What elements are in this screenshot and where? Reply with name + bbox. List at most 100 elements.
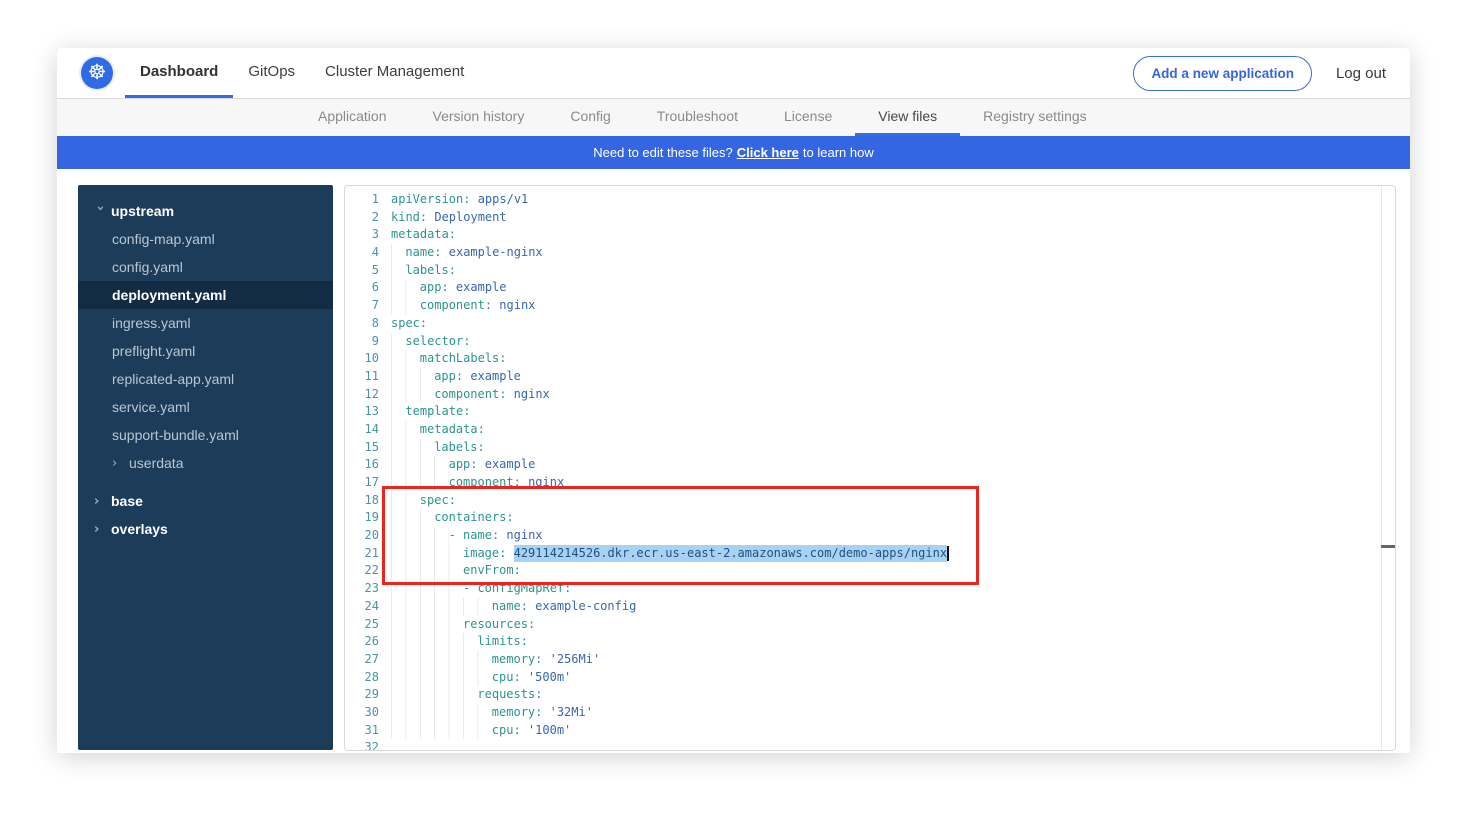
app-logo[interactable]: ☸	[57, 48, 125, 98]
code-line-6[interactable]: 6app: example	[345, 279, 1395, 297]
code-line-11[interactable]: 11app: example	[345, 368, 1395, 386]
sub-tab-registry-settings[interactable]: Registry settings	[960, 99, 1109, 136]
yaml-token: memory:	[492, 651, 543, 669]
line-number: 24	[345, 598, 379, 616]
yaml-token: resources:	[463, 616, 535, 634]
line-content: limits:	[379, 633, 528, 651]
yaml-token: name:	[492, 598, 528, 616]
logout-link[interactable]: Log out	[1336, 65, 1386, 82]
file-editor[interactable]: 1apiVersion: apps/v12kind: Deployment3me…	[344, 185, 1396, 751]
code-line-20[interactable]: 20- name: nginx	[345, 527, 1395, 545]
indent-guides	[391, 704, 492, 722]
code-line-32[interactable]: 32	[345, 739, 1395, 751]
code-line-22[interactable]: 22envFrom:	[345, 562, 1395, 580]
tree-item-config-map-yaml[interactable]: config-map.yaml	[78, 225, 333, 253]
line-number: 5	[345, 262, 379, 280]
chevron-right-icon: ›	[112, 456, 124, 471]
sub-tab-version-history[interactable]: Version history	[410, 99, 548, 136]
line-number: 1	[345, 191, 379, 209]
yaml-token: '100m'	[521, 722, 572, 740]
indent-guides	[391, 262, 405, 280]
code-line-15[interactable]: 15labels:	[345, 439, 1395, 457]
line-content: app: example	[379, 279, 507, 297]
selected-text: 429114214526.dkr.ecr.us-east-2.amazonaws…	[514, 545, 947, 563]
line-content: memory: '256Mi'	[379, 651, 600, 669]
banner-click-here-link[interactable]: Click here	[737, 145, 799, 160]
code-line-14[interactable]: 14metadata:	[345, 421, 1395, 439]
admin-console-card: ☸ DashboardGitOpsCluster Management Add …	[57, 48, 1410, 753]
sub-tab-view-files[interactable]: View files	[855, 99, 960, 136]
code-line-9[interactable]: 9selector:	[345, 333, 1395, 351]
yaml-token: component:	[449, 474, 521, 492]
code-line-4[interactable]: 4name: example-nginx	[345, 244, 1395, 262]
code-line-5[interactable]: 5labels:	[345, 262, 1395, 280]
yaml-token: component:	[420, 297, 492, 315]
text-cursor	[947, 546, 949, 562]
yaml-token: nginx	[521, 474, 564, 492]
yaml-token: app:	[434, 368, 463, 386]
yaml-token: containers:	[434, 509, 513, 527]
code-line-10[interactable]: 10matchLabels:	[345, 350, 1395, 368]
code-line-1[interactable]: 1apiVersion: apps/v1	[345, 191, 1395, 209]
code-line-21[interactable]: 21image: 429114214526.dkr.ecr.us-east-2.…	[345, 545, 1395, 563]
line-content	[379, 739, 391, 751]
indent-guides	[391, 297, 420, 315]
yaml-token: example	[463, 368, 521, 386]
code-line-28[interactable]: 28cpu: '500m'	[345, 669, 1395, 687]
yaml-token: configMapRef:	[477, 580, 571, 598]
line-content: kind: Deployment	[379, 209, 507, 227]
tree-item-replicated-app-yaml[interactable]: replicated-app.yaml	[78, 365, 333, 393]
code-line-19[interactable]: 19containers:	[345, 509, 1395, 527]
code-line-25[interactable]: 25resources:	[345, 616, 1395, 634]
line-content: cpu: '100m'	[379, 722, 571, 740]
overview-ruler[interactable]	[1381, 186, 1395, 750]
tree-item-preflight-yaml[interactable]: preflight.yaml	[78, 337, 333, 365]
yaml-token: kind:	[391, 209, 427, 227]
tree-item-service-yaml[interactable]: service.yaml	[78, 393, 333, 421]
code-line-7[interactable]: 7component: nginx	[345, 297, 1395, 315]
top-tab-gitops[interactable]: GitOps	[233, 48, 310, 98]
top-tab-dashboard[interactable]: Dashboard	[125, 48, 233, 98]
code-line-27[interactable]: 27memory: '256Mi'	[345, 651, 1395, 669]
tree-item-support-bundle-yaml[interactable]: support-bundle.yaml	[78, 421, 333, 449]
code-line-31[interactable]: 31cpu: '100m'	[345, 722, 1395, 740]
code-line-26[interactable]: 26limits:	[345, 633, 1395, 651]
code-line-18[interactable]: 18spec:	[345, 492, 1395, 510]
add-application-button[interactable]: Add a new application	[1133, 56, 1312, 91]
sub-tab-config[interactable]: Config	[547, 99, 633, 136]
code-line-13[interactable]: 13template:	[345, 403, 1395, 421]
tree-item-ingress-yaml[interactable]: ingress.yaml	[78, 309, 333, 337]
code-line-16[interactable]: 16app: example	[345, 456, 1395, 474]
code-line-2[interactable]: 2kind: Deployment	[345, 209, 1395, 227]
line-content: name: example-config	[379, 598, 636, 616]
sub-tab-application[interactable]: Application	[295, 99, 410, 136]
code-line-8[interactable]: 8spec:	[345, 315, 1395, 333]
yaml-token: apiVersion:	[391, 191, 470, 209]
yaml-token: app:	[420, 279, 449, 297]
sub-tab-troubleshoot[interactable]: Troubleshoot	[634, 99, 761, 136]
code-line-17[interactable]: 17component: nginx	[345, 474, 1395, 492]
tree-item-config-yaml[interactable]: config.yaml	[78, 253, 333, 281]
line-number: 28	[345, 669, 379, 687]
tree-item-overlays[interactable]: ›overlays	[78, 515, 333, 543]
tree-item-deployment-yaml[interactable]: deployment.yaml	[78, 281, 333, 309]
tree-item-upstream[interactable]: ›upstream	[78, 197, 333, 225]
yaml-token: envFrom:	[463, 562, 521, 580]
tree-item-userdata[interactable]: ›userdata	[78, 449, 333, 477]
yaml-token: example	[478, 456, 536, 474]
yaml-token: spec:	[391, 315, 427, 333]
sub-tab-license[interactable]: License	[761, 99, 855, 136]
line-number: 14	[345, 421, 379, 439]
code-line-29[interactable]: 29requests:	[345, 686, 1395, 704]
code-line-23[interactable]: 23- configMapRef:	[345, 580, 1395, 598]
code-line-12[interactable]: 12component: nginx	[345, 386, 1395, 404]
indent-guides	[391, 456, 449, 474]
code-line-24[interactable]: 24name: example-config	[345, 598, 1395, 616]
tree-item-base[interactable]: ›base	[78, 487, 333, 515]
line-number: 7	[345, 297, 379, 315]
code-line-30[interactable]: 30memory: '32Mi'	[345, 704, 1395, 722]
line-number: 15	[345, 439, 379, 457]
top-tab-cluster-management[interactable]: Cluster Management	[310, 48, 479, 98]
code-line-3[interactable]: 3metadata:	[345, 226, 1395, 244]
indent-guides	[391, 350, 420, 368]
